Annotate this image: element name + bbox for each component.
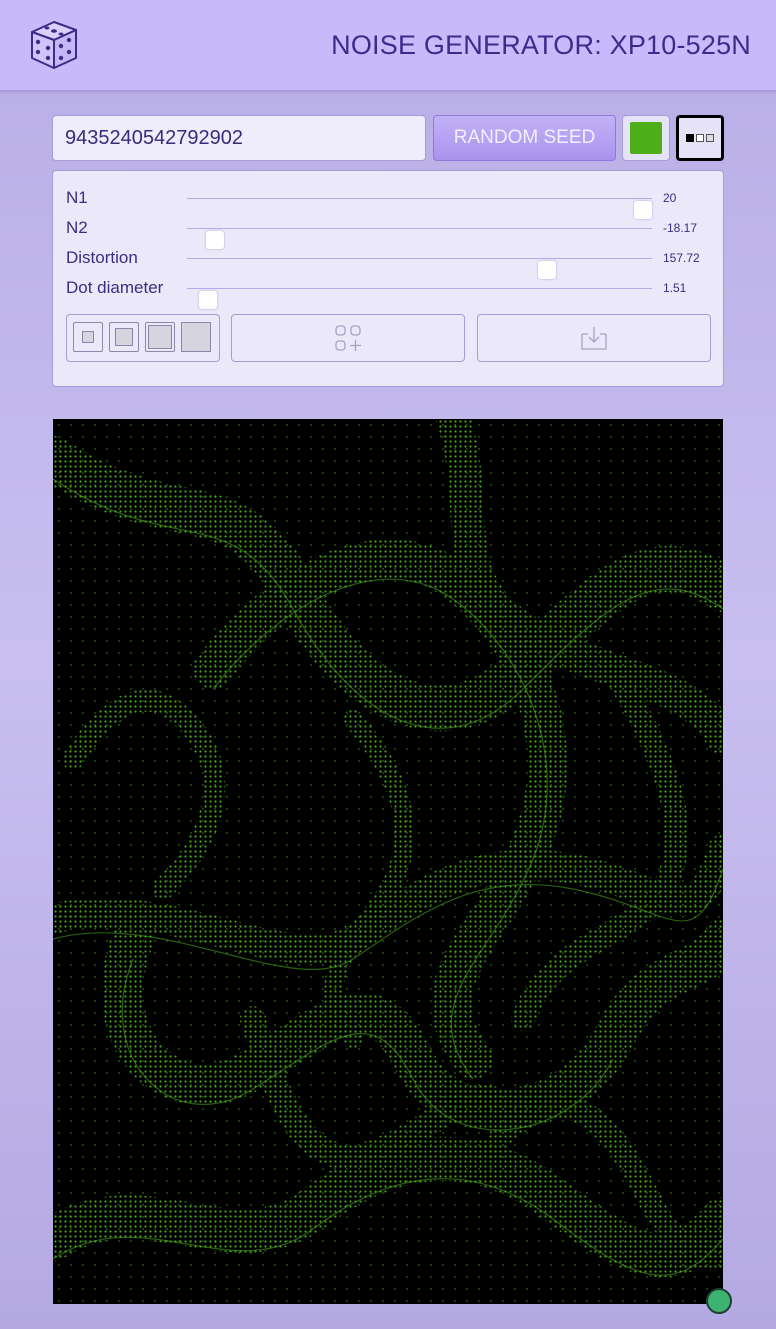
size-medium-icon — [115, 328, 133, 346]
size-small-icon — [82, 331, 94, 343]
page-title: NOISE GENERATOR: XP10-525N — [331, 30, 751, 60]
download-icon — [581, 327, 607, 350]
slider-track[interactable] — [187, 228, 652, 249]
app-header: NOISE GENERATOR: XP10-525N — [0, 0, 776, 91]
color-swatch — [630, 122, 662, 154]
slider-label: N1 — [66, 188, 88, 207]
slider-value: 20 — [663, 191, 677, 205]
slider-row-n1: N1 20 — [66, 186, 712, 219]
dot-pattern-icon — [706, 134, 714, 142]
slider-row-n2: N2 -18.17 — [66, 216, 712, 249]
noise-canvas[interactable] — [53, 419, 723, 1304]
slider-row-dot-diameter: Dot diameter 1.51 — [66, 276, 712, 309]
slider-label: Dot diameter — [66, 278, 164, 297]
size-medium-button[interactable] — [109, 322, 139, 352]
size-xlarge-icon — [181, 322, 211, 352]
size-large-button[interactable] — [145, 322, 175, 352]
dot-pattern-icon — [696, 134, 704, 142]
controls-panel: N1 20 N2 -18.17 Distortion 157.72 Dot di… — [52, 170, 724, 387]
slider-value: 157.72 — [663, 251, 700, 265]
slider-track[interactable] — [187, 198, 652, 219]
slider-row-distortion: Distortion 157.72 — [66, 246, 712, 279]
slider-track[interactable] — [187, 258, 652, 279]
add-to-gallery-button[interactable] — [231, 314, 465, 362]
slider-value: -18.17 — [663, 221, 698, 235]
slider-label: N2 — [66, 218, 88, 237]
grid-add-icon — [335, 325, 361, 351]
noise-render — [53, 419, 723, 1304]
dice-icon[interactable] — [28, 16, 80, 72]
seed-input[interactable] — [52, 115, 426, 161]
status-indicator[interactable] — [706, 1288, 732, 1314]
random-seed-button[interactable]: RANDOM SEED — [433, 115, 616, 161]
size-large-icon — [148, 325, 172, 349]
download-button[interactable] — [477, 314, 711, 362]
slider-label: Distortion — [66, 248, 138, 267]
canvas-size-group — [66, 314, 220, 362]
color-picker-button[interactable] — [622, 115, 670, 161]
dot-pattern-button[interactable] — [676, 115, 724, 161]
size-small-button[interactable] — [73, 322, 103, 352]
slider-thumb[interactable] — [198, 291, 217, 309]
slider-value: 1.51 — [663, 281, 687, 295]
slider-track[interactable] — [187, 288, 652, 309]
size-xlarge-button[interactable] — [181, 322, 211, 352]
dot-pattern-icon — [686, 134, 694, 142]
